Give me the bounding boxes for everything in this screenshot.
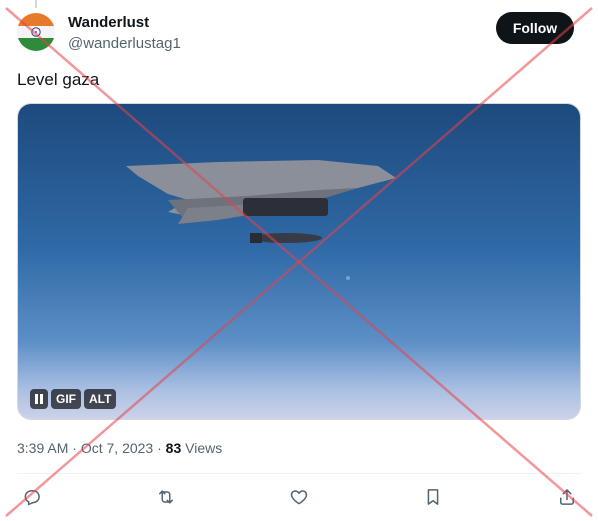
share-button[interactable] (556, 486, 578, 508)
avatar[interactable] (17, 13, 55, 51)
bomber-aircraft-image (18, 104, 580, 419)
pause-button[interactable] (30, 389, 48, 409)
media-controls: GIF ALT (30, 389, 117, 409)
alt-text-button[interactable]: ALT (84, 389, 117, 409)
like-icon (290, 490, 308, 505)
divider (17, 473, 581, 474)
gif-media[interactable]: GIF ALT (17, 103, 581, 420)
reply-button[interactable] (21, 486, 43, 508)
reply-icon (24, 490, 40, 506)
tweet-date[interactable]: Oct 7, 2023 (81, 440, 153, 456)
tweet-metadata: 3:39 AM · Oct 7, 2023 · 83 Views (17, 440, 222, 456)
thread-connector-line (35, 0, 37, 8)
views-count: 83 (165, 440, 182, 456)
pause-icon (35, 394, 43, 404)
follow-button[interactable]: Follow (496, 12, 574, 44)
repost-icon (159, 490, 173, 504)
account-handle[interactable]: @wanderlustag1 (68, 35, 181, 52)
meta-separator: · (157, 440, 162, 456)
tweet-text: Level gaza (17, 70, 100, 89)
account-name[interactable]: Wanderlust (68, 14, 149, 31)
share-icon (560, 489, 574, 505)
repost-button[interactable] (155, 486, 177, 508)
india-flag-avatar-icon (17, 13, 55, 51)
tweet-time[interactable]: 3:39 AM (17, 440, 68, 456)
views-label: Views (185, 440, 223, 456)
meta-separator: · (72, 440, 77, 456)
like-button[interactable] (288, 486, 310, 508)
gif-badge: GIF (51, 389, 81, 409)
bookmark-button[interactable] (422, 486, 444, 508)
bookmark-icon (427, 489, 439, 505)
